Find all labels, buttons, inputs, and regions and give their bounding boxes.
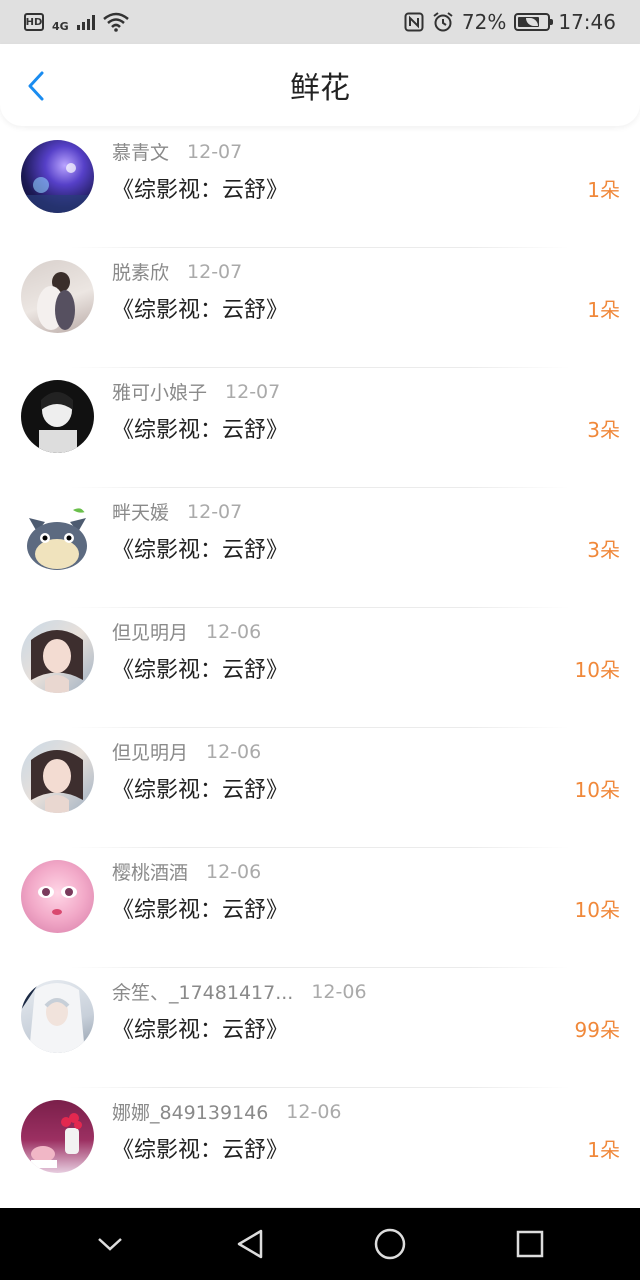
date: 12-07: [187, 500, 243, 523]
item-meta: 娜娜_849139146 12-06: [112, 1098, 342, 1125]
item-meta: 余笙、_17481417... 12-06: [112, 978, 367, 1005]
flower-amount: 99朵: [574, 1018, 620, 1042]
list-item[interactable]: 脱素欣 12-07 《综影视：云舒》 1朵: [0, 248, 640, 368]
username[interactable]: 娜娜_849139146: [112, 1098, 268, 1125]
battery-percent: 72%: [461, 10, 507, 34]
username[interactable]: 但见明月: [112, 738, 188, 765]
flower-amount: 10朵: [574, 778, 620, 802]
flower-amount: 1朵: [587, 178, 620, 202]
book-title: 《综影视：云舒》: [112, 1018, 289, 1043]
status-bar: HD 4G 72% 17:46: [0, 0, 640, 44]
flower-amount: 1朵: [587, 298, 620, 322]
avatar[interactable]: [21, 380, 94, 453]
book-title: 《综影视：云舒》: [112, 898, 289, 923]
nav-home-button[interactable]: [360, 1214, 420, 1274]
date: 12-07: [187, 260, 243, 283]
book-title: 《综影视：云舒》: [112, 178, 289, 203]
username[interactable]: 余笙、_17481417...: [112, 978, 293, 1005]
flower-amount: 3朵: [587, 418, 620, 442]
avatar[interactable]: [21, 1100, 94, 1173]
chevron-down-icon: [98, 1238, 122, 1251]
username[interactable]: 樱桃酒酒: [112, 858, 188, 885]
flower-amount: 3朵: [587, 538, 620, 562]
book-title: 《综影视：云舒》: [112, 538, 289, 563]
alarm-icon: [433, 12, 453, 32]
wifi-icon: [102, 12, 129, 32]
username[interactable]: 但见明月: [112, 618, 188, 645]
date: 12-07: [187, 140, 243, 163]
list-item[interactable]: 但见明月 12-06 《综影视：云舒》 10朵: [0, 728, 640, 848]
item-meta: 脱素欣 12-07: [112, 258, 242, 285]
username[interactable]: 慕青文: [112, 138, 169, 165]
book-title: 《综影视：云舒》: [112, 418, 289, 443]
page-title: 鲜花: [290, 71, 350, 106]
network-type: 4G: [52, 19, 69, 33]
date: 12-06: [286, 1100, 342, 1123]
nav-back-button[interactable]: [220, 1214, 280, 1274]
date: 12-06: [311, 980, 367, 1003]
username[interactable]: 畔天媛: [112, 498, 169, 525]
avatar[interactable]: [21, 860, 94, 933]
status-left: HD 4G: [24, 12, 129, 33]
avatar[interactable]: [21, 740, 94, 813]
chevron-left-icon: [28, 71, 44, 101]
status-right: 72% 17:46: [404, 10, 616, 34]
avatar[interactable]: [21, 500, 94, 573]
clock: 17:46: [558, 10, 616, 34]
list-item[interactable]: 余笙、_17481417... 12-06 《综影视：云舒》 99朵: [0, 968, 640, 1088]
list-item[interactable]: 雅可小娘子 12-07 《综影视：云舒》 3朵: [0, 368, 640, 488]
navigation-bar: [0, 1208, 640, 1280]
nav-recents-button[interactable]: [500, 1214, 560, 1274]
date: 12-06: [206, 740, 262, 763]
back-triangle-icon: [237, 1229, 263, 1259]
screen: HD 4G 72% 17:46 鲜花 慕青文 12-07 《综影视：云舒》 1朵…: [0, 0, 640, 1280]
item-meta: 慕青文 12-07: [112, 138, 242, 165]
hide-nav-button[interactable]: [80, 1214, 140, 1274]
date: 12-06: [206, 620, 262, 643]
hd-badge: HD: [24, 13, 44, 31]
item-meta: 但见明月 12-06: [112, 738, 261, 765]
signal-icon: [76, 14, 95, 30]
recents-square-icon: [516, 1230, 544, 1258]
book-title: 《综影视：云舒》: [112, 1138, 289, 1163]
list-item[interactable]: 但见明月 12-06 《综影视：云舒》 10朵: [0, 608, 640, 728]
flower-list: 慕青文 12-07 《综影视：云舒》 1朵 脱素欣 12-07 《综影视：云舒》…: [0, 128, 640, 1208]
battery-icon: [514, 13, 554, 31]
date: 12-07: [225, 380, 281, 403]
book-title: 《综影视：云舒》: [112, 778, 289, 803]
list-item[interactable]: 慕青文 12-07 《综影视：云舒》 1朵: [0, 128, 640, 248]
header: 鲜花: [0, 44, 640, 126]
list-item[interactable]: 樱桃酒酒 12-06 《综影视：云舒》 10朵: [0, 848, 640, 968]
item-meta: 樱桃酒酒 12-06: [112, 858, 261, 885]
flower-amount: 10朵: [574, 898, 620, 922]
avatar[interactable]: [21, 980, 94, 1053]
item-meta: 畔天媛 12-07: [112, 498, 242, 525]
avatar[interactable]: [21, 620, 94, 693]
book-title: 《综影视：云舒》: [112, 658, 289, 683]
avatar[interactable]: [21, 140, 94, 213]
nfc-icon: [404, 12, 424, 32]
username[interactable]: 脱素欣: [112, 258, 169, 285]
username[interactable]: 雅可小娘子: [112, 378, 207, 405]
home-circle-icon: [374, 1228, 406, 1260]
list-item[interactable]: 畔天媛 12-07 《综影视：云舒》 3朵: [0, 488, 640, 608]
flower-amount: 1朵: [587, 1138, 620, 1162]
book-title: 《综影视：云舒》: [112, 298, 289, 323]
date: 12-06: [206, 860, 262, 883]
item-meta: 雅可小娘子 12-07: [112, 378, 280, 405]
flower-amount: 10朵: [574, 658, 620, 682]
list-item[interactable]: 娜娜_849139146 12-06 《综影视：云舒》 1朵: [0, 1088, 640, 1208]
back-button[interactable]: [18, 66, 54, 106]
item-meta: 但见明月 12-06: [112, 618, 261, 645]
avatar[interactable]: [21, 260, 94, 333]
